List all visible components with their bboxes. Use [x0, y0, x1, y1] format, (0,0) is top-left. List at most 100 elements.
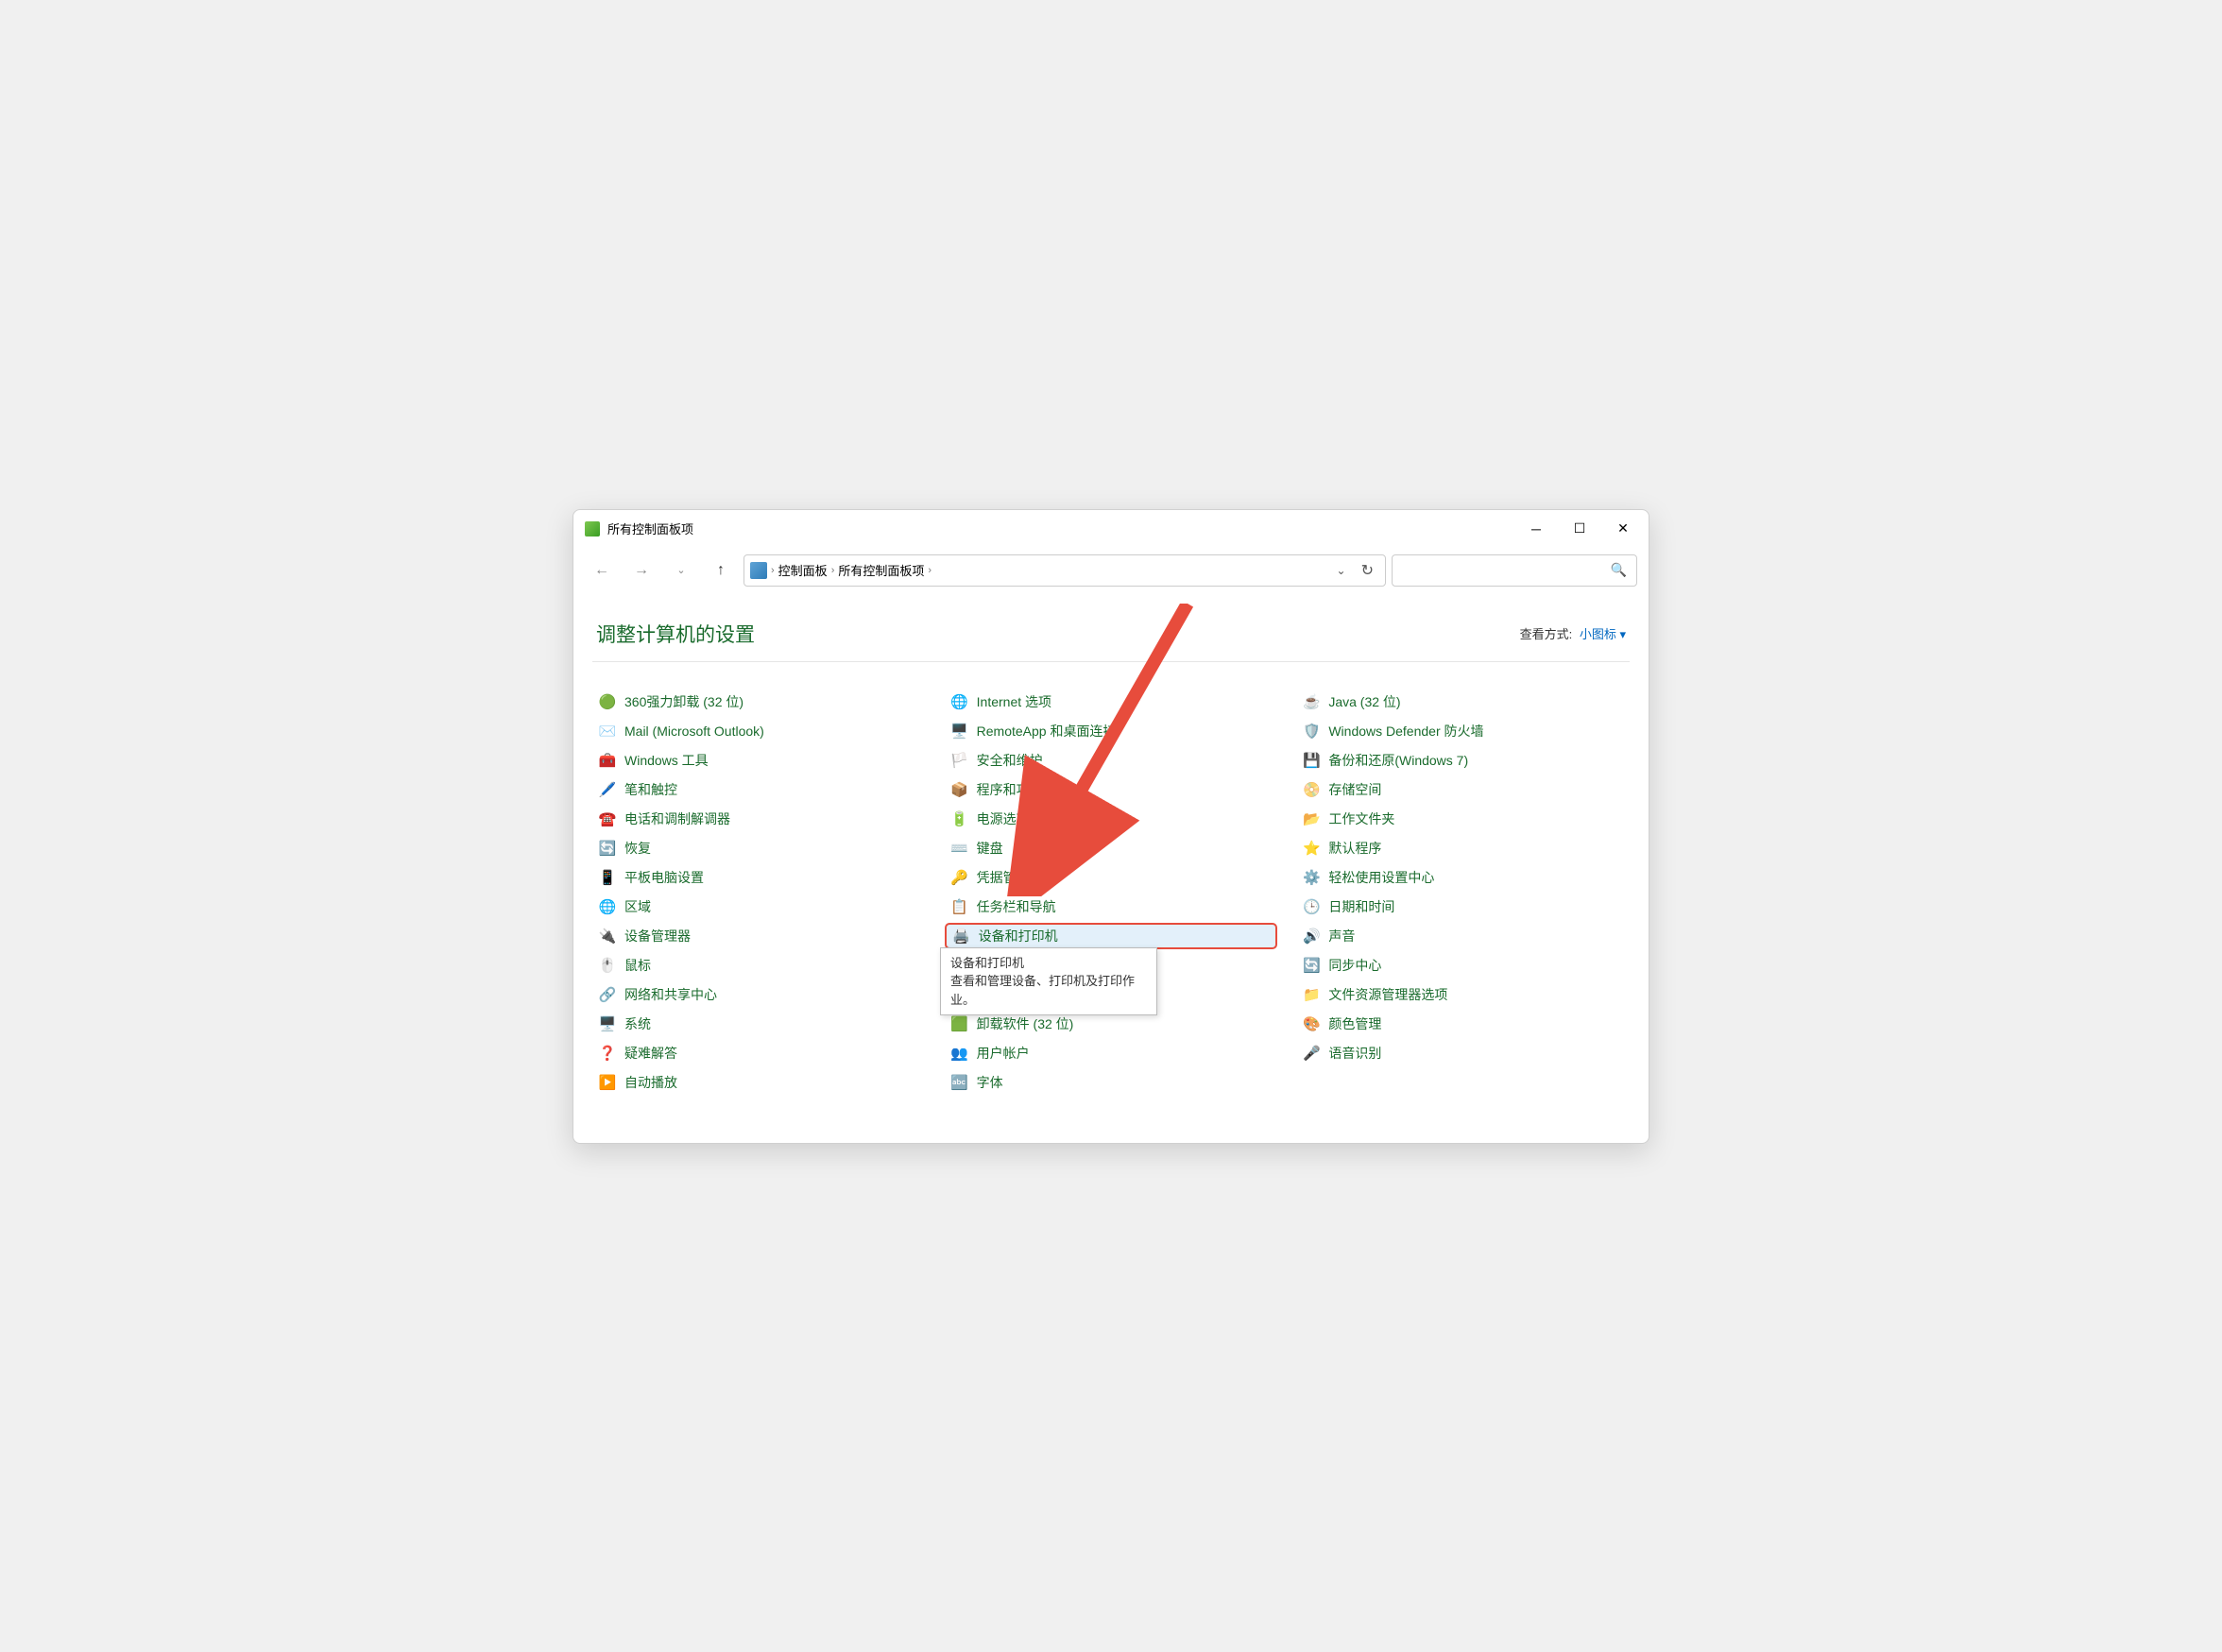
control-panel-item[interactable]: 🔄 恢复 — [592, 835, 926, 861]
control-panel-item[interactable]: 📱平板电脑设置 — [592, 864, 926, 891]
control-panel-item[interactable]: 🟢360强力卸载 (32 位) — [592, 689, 926, 715]
refresh-button[interactable]: ↻ — [1356, 561, 1379, 580]
control-panel-item[interactable]: 🖊️笔和触控 — [592, 776, 926, 803]
view-by-dropdown[interactable]: 小图标 ▾ — [1580, 627, 1626, 641]
item-label: 备份和还原(Windows 7) — [1328, 751, 1468, 770]
control-panel-item[interactable]: ⚙️轻松使用设置中心 — [1296, 864, 1630, 891]
item-label: 字体 — [977, 1073, 1003, 1092]
maximize-button[interactable]: ☐ — [1558, 510, 1601, 548]
control-panel-item[interactable]: 🧰Windows 工具 — [592, 747, 926, 774]
tooltip-desc: 查看和管理设备、打印机及打印作业。 — [950, 972, 1147, 1009]
item-label: 颜色管理 — [1328, 1014, 1381, 1033]
control-panel-item[interactable]: 🎤语音识别 — [1296, 1040, 1630, 1066]
control-panel-item[interactable]: 🖥️系统 — [592, 1011, 926, 1037]
item-icon: 📦 — [950, 780, 969, 799]
heading-row: 调整计算机的设置 查看方式: 小图标 ▾ — [592, 603, 1630, 662]
item-label: 日期和时间 — [1328, 897, 1394, 916]
item-icon: 🎤 — [1302, 1044, 1321, 1063]
item-label: RemoteApp 和桌面连接 — [977, 722, 1117, 741]
search-box[interactable]: 🔍 — [1392, 554, 1637, 587]
item-label: 程序和功能 — [977, 780, 1043, 799]
item-label: 360强力卸载 (32 位) — [624, 692, 744, 711]
control-panel-item[interactable]: 🖥️RemoteApp 和桌面连接 — [945, 718, 1278, 744]
view-by-label: 查看方式: — [1520, 627, 1573, 641]
item-icon: ▶️ — [598, 1073, 617, 1092]
item-icon: 📂 — [1302, 809, 1321, 828]
control-panel-item[interactable]: ▶️ 自动播放 — [592, 1069, 926, 1096]
item-icon: ⚙️ — [1302, 868, 1321, 887]
address-bar[interactable]: › 控制面板 › 所有控制面板项 › ⌄ ↻ — [744, 554, 1386, 587]
control-panel-item[interactable]: ✉️Mail (Microsoft Outlook) — [592, 718, 926, 744]
item-label: 网络和共享中心 — [624, 985, 717, 1004]
item-icon: 🔗 — [598, 985, 617, 1004]
control-panel-item[interactable]: 📋 任务栏和导航 — [945, 894, 1278, 920]
tooltip: 设备和打印机 查看和管理设备、打印机及打印作业。 — [940, 947, 1157, 1016]
back-button[interactable]: ← — [585, 554, 619, 588]
control-panel-item[interactable]: 🔄同步中心 — [1296, 952, 1630, 979]
control-panel-item[interactable]: 👥用户帐户 — [945, 1040, 1278, 1066]
window-controls: ─ ☐ ✕ — [1514, 510, 1645, 548]
item-icon: 🖊️ — [598, 780, 617, 799]
control-panel-icon — [585, 521, 600, 536]
item-icon: 🖱️ — [598, 956, 617, 975]
control-panel-item[interactable]: ⭐默认程序 — [1296, 835, 1630, 861]
item-label: Internet 选项 — [977, 692, 1051, 711]
item-icon: ❓ — [598, 1044, 617, 1063]
control-panel-item[interactable]: 🎨颜色管理 — [1296, 1011, 1630, 1037]
up-button[interactable]: ↑ — [704, 554, 738, 588]
item-icon: 📋 — [950, 897, 969, 916]
control-panel-item[interactable]: 🕒 日期和时间 — [1296, 894, 1630, 920]
control-panel-item[interactable]: 📦 程序和功能 — [945, 776, 1278, 803]
control-panel-item[interactable]: 📀存储空间 — [1296, 776, 1630, 803]
control-panel-item[interactable]: 🔊声音 — [1296, 923, 1630, 949]
control-panel-item[interactable]: 🖱️鼠标 — [592, 952, 926, 979]
control-panel-item[interactable]: 🖨️设备和打印机 — [945, 923, 1278, 949]
control-panel-item[interactable]: 🛡️Windows Defender 防火墙 — [1296, 718, 1630, 744]
item-label: 默认程序 — [1328, 839, 1381, 858]
control-panel-item[interactable]: 🌐 Internet 选项 — [945, 689, 1278, 715]
close-button[interactable]: ✕ — [1601, 510, 1645, 548]
item-label: 安全和维护 — [977, 751, 1043, 770]
minimize-button[interactable]: ─ — [1514, 510, 1558, 548]
chevron-right-icon: › — [771, 565, 775, 576]
breadcrumb-root[interactable]: 控制面板 — [778, 561, 828, 579]
address-dropdown-button[interactable]: ⌄ — [1331, 564, 1352, 577]
item-icon: 🔤 — [950, 1073, 969, 1092]
control-panel-item[interactable]: ⌨️键盘 — [945, 835, 1278, 861]
control-panel-item[interactable]: 📁文件资源管理器选项 — [1296, 981, 1630, 1008]
item-icon: 📀 — [1302, 780, 1321, 799]
grid-column: 🌐 Internet 选项 🖥️RemoteApp 和桌面连接 🏳️安全和维护 📦 程序和… — [945, 689, 1278, 1096]
item-label: 凭据管理器 — [977, 868, 1043, 887]
item-label: 自动播放 — [624, 1073, 677, 1092]
item-icon: 🔄 — [598, 839, 617, 858]
item-icon: 🌐 — [950, 692, 969, 711]
item-label: 恢复 — [624, 839, 651, 858]
control-panel-item[interactable]: 📂工作文件夹 — [1296, 806, 1630, 832]
control-panel-item[interactable]: 🔗 网络和共享中心 — [592, 981, 926, 1008]
page-heading: 调整计算机的设置 — [596, 620, 755, 648]
control-panel-item[interactable]: 🔑 凭据管理器 — [945, 864, 1278, 891]
item-label: 区域 — [624, 897, 651, 916]
breadcrumb-leaf[interactable]: 所有控制面板项 — [838, 561, 924, 579]
control-panel-item[interactable]: 🏳️安全和维护 — [945, 747, 1278, 774]
control-panel-item[interactable]: ☎️电话和调制解调器 — [592, 806, 926, 832]
control-panel-item[interactable]: 💾备份和还原(Windows 7) — [1296, 747, 1630, 774]
item-icon: 🖨️ — [952, 927, 971, 945]
item-label: 卸载软件 (32 位) — [977, 1014, 1074, 1033]
content-area: 调整计算机的设置 查看方式: 小图标 ▾ 🟢360强力卸载 (32 位) ✉️Ma… — [573, 593, 1649, 1143]
control-panel-item[interactable]: 🔌设备管理器 — [592, 923, 926, 949]
item-label: Windows Defender 防火墙 — [1328, 722, 1483, 741]
control-panel-item[interactable]: ☕Java (32 位) — [1296, 689, 1630, 715]
item-label: 电话和调制解调器 — [624, 809, 730, 828]
control-panel-item[interactable]: 🔤 字体 — [945, 1069, 1278, 1096]
item-icon: 🕒 — [1302, 897, 1321, 916]
recent-locations-button[interactable]: ⌄ — [664, 554, 698, 588]
control-panel-item[interactable]: 🌐区域 — [592, 894, 926, 920]
item-icon: 🔑 — [950, 868, 969, 887]
forward-button[interactable]: → — [624, 554, 658, 588]
item-icon: 🔄 — [1302, 956, 1321, 975]
titlebar: 所有控制面板项 ─ ☐ ✕ — [573, 510, 1649, 548]
item-label: 任务栏和导航 — [977, 897, 1056, 916]
control-panel-item[interactable]: 🔋电源选项 — [945, 806, 1278, 832]
control-panel-item[interactable]: ❓疑难解答 — [592, 1040, 926, 1066]
